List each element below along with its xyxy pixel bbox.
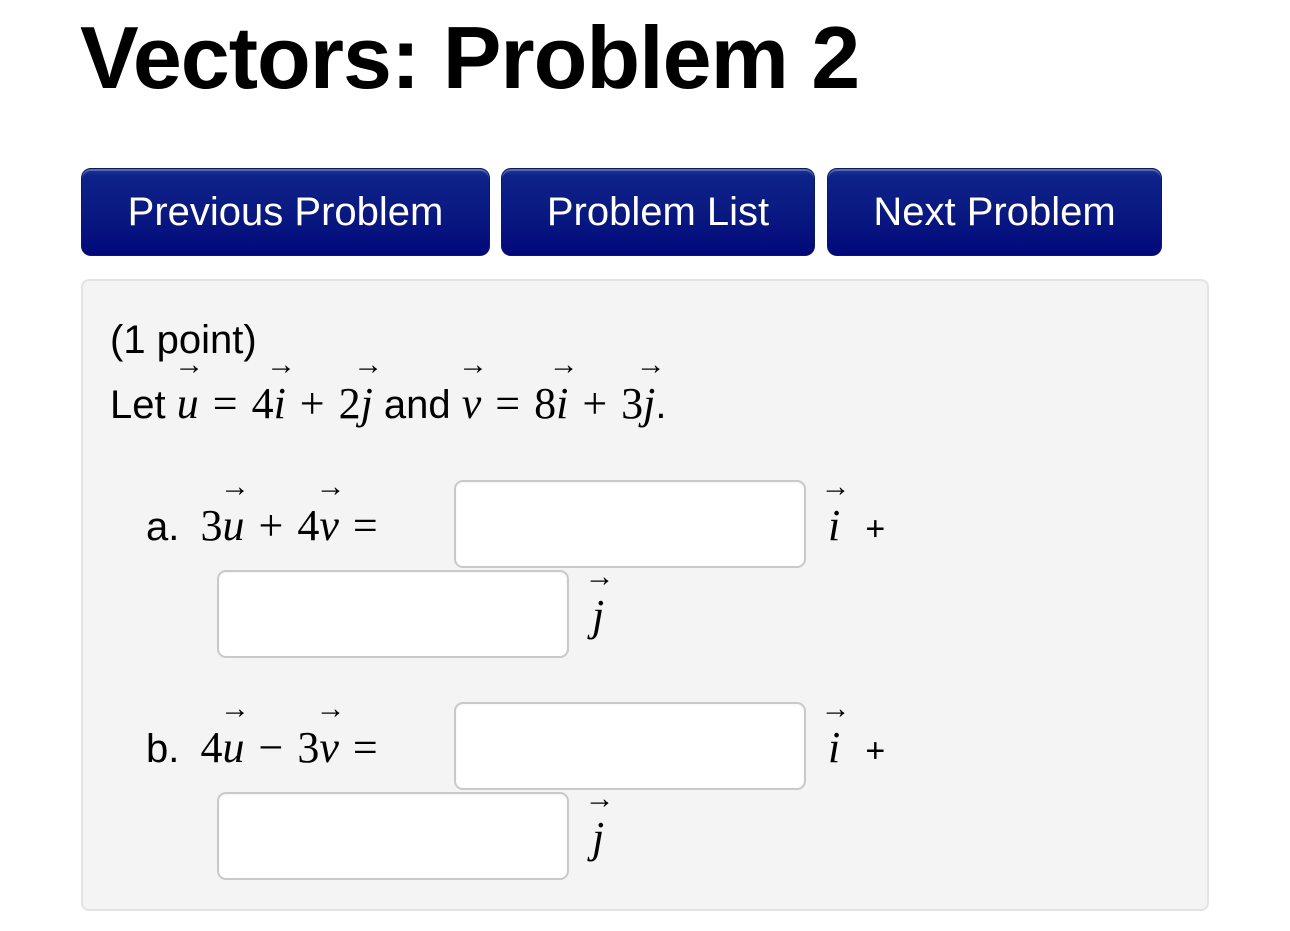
part-a-i-input[interactable] xyxy=(454,480,806,568)
part-a-j-input[interactable] xyxy=(217,570,569,658)
part-b-j-unit: j xyxy=(592,812,604,863)
unit-vector-j: j xyxy=(643,378,655,429)
vector-v: v xyxy=(462,378,482,429)
part-b-i-unit: i + xyxy=(828,722,885,773)
part-a-operator: + xyxy=(258,501,284,550)
vector-u: u xyxy=(222,722,244,773)
part-a-i-unit: i + xyxy=(828,500,885,551)
vector-u: u xyxy=(177,378,199,429)
part-b-j-input[interactable] xyxy=(217,792,569,880)
part-b-operator: − xyxy=(258,723,284,772)
statement-math-u: u = 4i +2j xyxy=(177,379,384,428)
statement-math-v: v = 8i +3j xyxy=(462,379,656,428)
equals-sign: = xyxy=(352,723,378,772)
next-problem-button[interactable]: Next Problem xyxy=(827,168,1162,256)
part-a-plus: + xyxy=(865,510,886,548)
u-j-coefficient: 2 xyxy=(338,379,361,428)
part-a-expression: a. 3u +4v = xyxy=(146,500,378,551)
part-a-label: a. xyxy=(146,505,180,549)
equals-sign: = xyxy=(352,501,378,550)
part-a-math: 3u +4v = xyxy=(200,501,377,550)
v-j-coefficient: 3 xyxy=(621,379,644,428)
part-b-coef2: 3 xyxy=(297,723,320,772)
previous-problem-button[interactable]: Previous Problem xyxy=(81,168,490,256)
statement-period: . xyxy=(655,383,667,427)
equals-sign: = xyxy=(212,379,238,428)
part-b-expression: b. 4u−3v = xyxy=(146,722,378,773)
vector-v: v xyxy=(319,722,339,773)
unit-vector-j: j xyxy=(361,378,373,429)
page-title: Vectors: Problem 2 xyxy=(80,8,860,107)
part-a-j-unit: j xyxy=(592,590,604,641)
unit-vector-j: j xyxy=(592,590,604,641)
problem-statement: Let u=4i+2j and v=8i+3j. xyxy=(110,378,667,429)
statement-and: and xyxy=(383,383,451,427)
unit-vector-i: i xyxy=(828,500,840,551)
unit-vector-i: i xyxy=(274,378,286,429)
part-b-label: b. xyxy=(146,727,180,771)
part-b-math: 4u−3v = xyxy=(200,723,377,772)
vector-v: v xyxy=(319,500,339,551)
unit-vector-i: i xyxy=(556,378,568,429)
problem-list-button[interactable]: Problem List xyxy=(501,168,815,256)
statement-let: Let xyxy=(110,383,166,427)
part-a-coef1: 3 xyxy=(200,501,223,550)
vector-u: u xyxy=(222,500,244,551)
unit-vector-i: i xyxy=(828,722,840,773)
unit-vector-j: j xyxy=(592,812,604,863)
part-b-coef1: 4 xyxy=(200,723,223,772)
part-b-i-input[interactable] xyxy=(454,702,806,790)
part-b-plus: + xyxy=(865,732,886,770)
u-i-coefficient: 4 xyxy=(251,379,274,428)
equals-sign: = xyxy=(495,379,521,428)
v-i-coefficient: 8 xyxy=(534,379,557,428)
plus-sign: + xyxy=(299,379,325,428)
part-a-coef2: 4 xyxy=(297,501,320,550)
plus-sign: + xyxy=(582,379,608,428)
